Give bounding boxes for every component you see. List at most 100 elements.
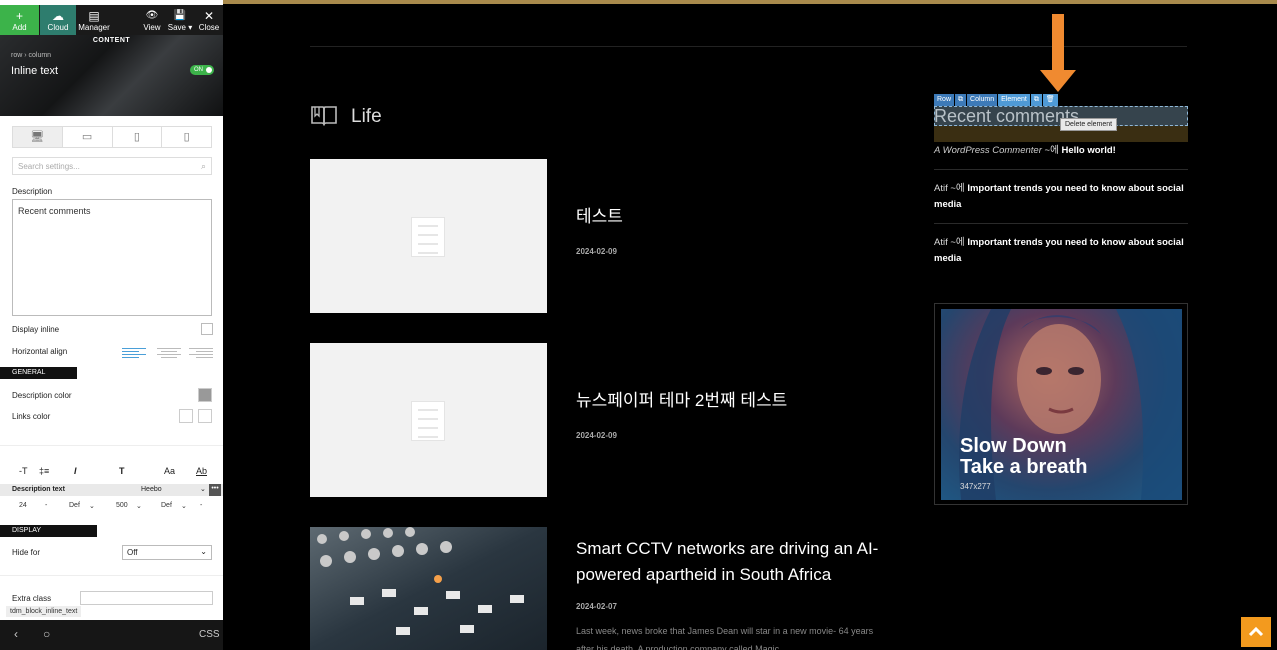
- divider: [934, 223, 1188, 224]
- desktop-icon[interactable]: 🖥: [13, 127, 63, 147]
- hide-for-select[interactable]: Off ⌄: [122, 545, 212, 560]
- divider: [0, 445, 223, 446]
- display-restrictions-heading: DISPLAY RESTRICTIONS: [0, 525, 97, 546]
- duplicate-icon[interactable]: ⧉: [1030, 94, 1042, 106]
- add-button[interactable]: + Add: [0, 5, 39, 35]
- block-class-name: tdm_block_inline_text: [6, 606, 82, 617]
- align-right-icon[interactable]: [189, 346, 213, 358]
- divider: [0, 575, 223, 576]
- font-weight-value[interactable]: 500: [116, 502, 128, 509]
- comment-item: A WordPress Commenter ~에 Hello world!: [934, 143, 1188, 159]
- eye-icon: 👁: [145, 10, 159, 21]
- transform-value[interactable]: Def: [161, 502, 172, 509]
- post-thumbnail[interactable]: [310, 527, 547, 650]
- description-color-label: Description color: [12, 391, 72, 400]
- close-button[interactable]: ✕ Close: [197, 5, 221, 35]
- post-date: 2024-02-07: [576, 602, 617, 611]
- comment-item: Atif ~에 Important trends you need to kno…: [934, 181, 1188, 213]
- column-button[interactable]: Column: [967, 94, 998, 106]
- chevron-down-icon: ⌄: [200, 547, 207, 556]
- comment-author[interactable]: Atif: [934, 183, 948, 194]
- comment-author[interactable]: A WordPress Commenter: [934, 145, 1042, 156]
- back-icon[interactable]: ‹: [14, 627, 18, 641]
- align-left-icon[interactable]: [122, 346, 146, 358]
- description-textarea[interactable]: Recent comments: [12, 199, 212, 316]
- comment-post-link[interactable]: Hello world!: [1061, 145, 1115, 156]
- ad-image: Slow Down Take a breath 347x277: [941, 309, 1182, 500]
- hide-for-value: Off: [127, 548, 138, 557]
- links-color-label: Links color: [12, 412, 51, 421]
- manager-button[interactable]: ▤ Manager: [78, 5, 110, 35]
- align-center-icon[interactable]: [157, 346, 181, 358]
- post-thumbnail[interactable]: [310, 343, 547, 497]
- device-switcher: 🖥 ▭ ▯ ▯: [12, 126, 212, 148]
- ad-banner[interactable]: Slow Down Take a breath 347x277: [934, 303, 1188, 505]
- tablet-portrait-icon[interactable]: ▯: [113, 127, 163, 147]
- annotation-arrow-icon: [1040, 14, 1076, 94]
- breadcrumb[interactable]: row › column: [11, 52, 51, 59]
- manager-icon: ▤: [88, 9, 100, 23]
- chevron-down-icon: ⌄: [200, 486, 206, 493]
- post-title[interactable]: Smart CCTV networks are driving an AI-po…: [576, 536, 886, 588]
- cloud-icon: ☁: [52, 9, 64, 23]
- cloud-button[interactable]: ☁ Cloud: [40, 5, 76, 35]
- post-thumbnail[interactable]: [310, 159, 547, 313]
- letter-spacing-icon[interactable]: Ab: [196, 466, 207, 476]
- widget-title[interactable]: Recent comments: [934, 106, 1079, 127]
- comment-post-link[interactable]: Important trends you need to know about …: [934, 183, 1184, 210]
- css-button[interactable]: CSS: [199, 629, 220, 640]
- extra-class-input[interactable]: [80, 591, 213, 605]
- comment-item: Atif ~에 Important trends you need to kno…: [934, 235, 1188, 267]
- document-icon: [411, 217, 445, 257]
- general-style-heading: GENERAL STYLE: [0, 367, 77, 388]
- separator: -: [45, 502, 48, 509]
- scroll-to-top-button[interactable]: [1241, 617, 1271, 647]
- search-input[interactable]: Search settings... ⌕: [12, 157, 212, 175]
- post-title[interactable]: 테스트: [576, 204, 623, 230]
- links-color-swatch[interactable]: [179, 409, 193, 423]
- font-weight-icon[interactable]: T: [119, 466, 125, 476]
- content-heading: CONTENT: [92, 37, 131, 44]
- more-icon[interactable]: •••: [209, 484, 221, 496]
- post-date: 2024-02-09: [576, 431, 617, 440]
- line-height-value[interactable]: Def: [69, 502, 80, 509]
- home-icon[interactable]: ○: [43, 627, 50, 641]
- document-icon: [411, 401, 445, 441]
- phone-icon[interactable]: ▯: [162, 127, 211, 147]
- element-toggle[interactable]: ON: [190, 65, 214, 75]
- comment-sep: ~에: [950, 183, 965, 194]
- extra-class-label: Extra class: [12, 594, 52, 603]
- chevron-down-icon: ⌄: [136, 503, 142, 510]
- duplicate-icon[interactable]: ⧉: [955, 94, 967, 106]
- description-color-swatch[interactable]: [198, 388, 212, 402]
- manager-label: Manager: [78, 23, 110, 32]
- ad-headline: Slow Down Take a breath: [960, 436, 1087, 478]
- post-excerpt: Last week, news broke that James Dean wi…: [576, 626, 874, 650]
- save-icon: 💾: [173, 10, 187, 21]
- font-size-icon[interactable]: -T: [19, 466, 28, 476]
- display-inline-checkbox[interactable]: [201, 323, 213, 335]
- font-size-value[interactable]: 24: [19, 502, 27, 509]
- row-button[interactable]: Row: [934, 94, 955, 106]
- comment-post-link[interactable]: Important trends you need to know about …: [934, 237, 1184, 264]
- element-button[interactable]: Element: [998, 94, 1030, 106]
- comment-author[interactable]: Atif: [934, 237, 948, 248]
- tablet-landscape-icon[interactable]: ▭: [63, 127, 113, 147]
- font-family-select[interactable]: Heebo: [141, 486, 162, 493]
- save-button[interactable]: 💾 Save ▾: [167, 5, 193, 35]
- links-hover-color-swatch[interactable]: [198, 409, 212, 423]
- plus-icon: +: [15, 9, 23, 23]
- close-icon: ✕: [203, 9, 215, 23]
- mixer-image: [310, 527, 547, 650]
- italic-icon[interactable]: I: [74, 466, 77, 476]
- trash-icon[interactable]: 🗑: [1042, 94, 1058, 106]
- separator: -: [200, 502, 203, 509]
- ad-line-2: Take a breath: [960, 456, 1088, 478]
- post-title[interactable]: 뉴스페이퍼 테마 2번째 테스트: [576, 388, 787, 414]
- search-icon: ⌕: [200, 161, 206, 171]
- line-height-icon[interactable]: ‡≡: [39, 466, 49, 476]
- builder-toolbar: + Add ☁ Cloud ▤ Manager 👁 View 💾 Save ▾ …: [0, 5, 223, 35]
- view-button[interactable]: 👁 View: [141, 5, 163, 35]
- text-transform-icon[interactable]: Aa: [164, 466, 175, 476]
- element-toolbar: Row ⧉ Column Element ⧉ 🗑: [934, 94, 1059, 106]
